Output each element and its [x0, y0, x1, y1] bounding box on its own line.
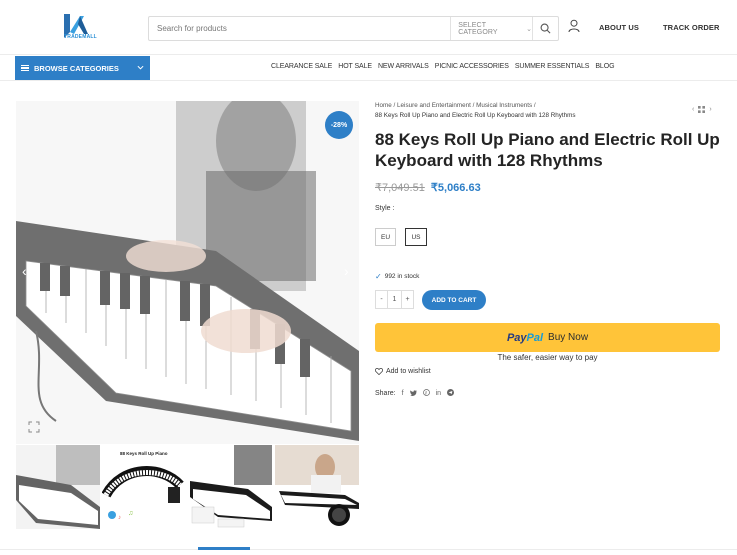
buy-now-label: Buy Now	[548, 332, 589, 343]
next-product-icon[interactable]: ›	[709, 106, 711, 115]
site-header: TRADEMALL SELECT CATEGORY ⌄ ABOUT US TRA…	[0, 0, 737, 55]
style-option-eu[interactable]: EU	[375, 228, 396, 246]
account-icon[interactable]	[568, 19, 580, 38]
quantity-stepper: - 1 +	[375, 290, 414, 309]
breadcrumb: Home / Leisure and Entertainment / Music…	[375, 102, 576, 119]
thumbnail-caption: 88 Keys Roll Up Piano	[120, 451, 168, 456]
chevron-down-icon	[137, 65, 144, 70]
about-us-link[interactable]: ABOUT US	[599, 23, 639, 32]
old-price: ₹7,049.51	[375, 182, 425, 194]
heart-icon	[375, 368, 383, 375]
menu-item-clearance-sale[interactable]: CLEARANCE SALE	[271, 63, 332, 70]
add-to-cart-button[interactable]: ADD TO CART	[422, 290, 486, 310]
search-input[interactable]	[149, 17, 451, 40]
main-product-image[interactable]	[16, 101, 359, 444]
svg-text:♫: ♫	[128, 510, 133, 517]
breadcrumb-leisure[interactable]: Leisure and Entertainment	[397, 102, 471, 109]
discount-badge: -28%	[325, 111, 353, 139]
product-thumbnail-1[interactable]	[16, 445, 100, 529]
style-option-us[interactable]: US	[405, 228, 427, 246]
browse-categories-button[interactable]: BROWSE CATEGORIES	[15, 56, 150, 80]
breadcrumb-home[interactable]: Home	[375, 102, 392, 109]
main-navigation: BROWSE CATEGORIES CLEARANCE SALE HOT SAL…	[0, 55, 737, 81]
category-select[interactable]: SELECT CATEGORY ⌄	[450, 17, 532, 40]
qty-plus-button[interactable]: +	[402, 291, 413, 308]
logo-text: TRADEMALL	[64, 34, 97, 40]
prev-product-icon[interactable]: ‹	[692, 106, 694, 115]
breadcrumb-musical-instruments[interactable]: Musical Instruments	[476, 102, 532, 109]
grid-icon[interactable]	[698, 106, 706, 115]
gallery-prev-arrow-icon[interactable]: ‹	[22, 263, 27, 279]
product-thumbnail-4[interactable]	[275, 445, 359, 529]
product-navigation: ‹ ›	[692, 106, 712, 115]
pinterest-icon[interactable]	[422, 389, 430, 398]
menu-icon	[21, 63, 29, 73]
menu-item-new-arrivals[interactable]: NEW ARRIVALS	[378, 63, 429, 70]
menu-item-summer-essentials[interactable]: SUMMER ESSENTIALS	[515, 63, 590, 70]
product-thumbnail-3[interactable]	[188, 445, 272, 529]
svg-text:♪: ♪	[118, 515, 121, 521]
check-icon: ✓	[375, 272, 382, 281]
linkedin-icon[interactable]: in	[436, 390, 441, 397]
qty-input[interactable]: 1	[387, 291, 402, 308]
product-price: ₹7,049.51 ₹5,066.63	[375, 181, 481, 194]
add-to-wishlist-link[interactable]: Add to wishlist	[375, 368, 431, 375]
browse-categories-label: BROWSE CATEGORIES	[34, 63, 119, 73]
category-select-label: SELECT CATEGORY	[458, 21, 498, 36]
sale-price: ₹5,066.63	[430, 182, 481, 194]
search-bar: SELECT CATEGORY ⌄	[148, 16, 559, 41]
search-button[interactable]	[532, 17, 558, 40]
search-icon	[540, 23, 551, 34]
twitter-icon[interactable]	[409, 389, 417, 398]
tabs-divider	[0, 549, 737, 550]
product-thumbnail-2[interactable]: 88 Keys Roll Up Piano ♪ ♫	[102, 445, 186, 529]
wishlist-label: Add to wishlist	[386, 368, 431, 375]
menu-item-picnic-accessories[interactable]: PICNIC ACCESSORIES	[435, 63, 509, 70]
breadcrumb-current: 88 Keys Roll Up Piano and Electric Roll …	[375, 112, 576, 119]
expand-icon[interactable]	[28, 420, 40, 438]
stock-text: 992 in stock	[384, 273, 420, 280]
telegram-icon[interactable]	[447, 389, 455, 398]
paypal-logo-pal: Pal	[526, 331, 544, 344]
product-title: 88 Keys Roll Up Piano and Electric Roll …	[375, 130, 720, 170]
share-row: Share: f in	[375, 389, 455, 398]
active-tab-indicator	[198, 547, 250, 550]
track-order-link[interactable]: TRACK ORDER	[663, 23, 720, 32]
paypal-buy-now-button[interactable]: Pay Pal Buy Now	[375, 323, 720, 352]
menu-item-hot-sale[interactable]: HOT SALE	[338, 63, 372, 70]
paypal-tagline: The safer, easier way to pay	[497, 353, 598, 362]
facebook-icon[interactable]: f	[402, 390, 404, 397]
style-label: Style :	[375, 205, 395, 212]
gallery-next-arrow-icon[interactable]: ›	[344, 263, 349, 279]
qty-minus-button[interactable]: -	[376, 291, 387, 308]
share-label: Share:	[375, 390, 396, 397]
menu-links: CLEARANCE SALE HOT SALE NEW ARRIVALS PIC…	[271, 63, 620, 70]
paypal-logo-pay: Pay	[506, 331, 527, 344]
stock-status: ✓ 992 in stock	[375, 272, 419, 281]
menu-item-blog[interactable]: BLOG	[595, 63, 614, 70]
